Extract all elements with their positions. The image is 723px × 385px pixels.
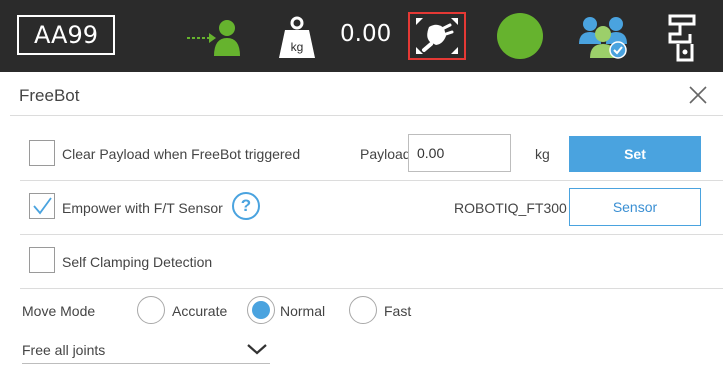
help-icon[interactable]: ? <box>232 192 260 220</box>
joints-select-value: Free all joints <box>22 342 106 358</box>
payload-label: Payload <box>360 146 411 162</box>
freebot-icon <box>416 18 458 54</box>
clear-payload-label: Clear Payload when FreeBot triggered <box>62 146 301 162</box>
checkmark-icon <box>33 197 52 215</box>
payload-input[interactable] <box>408 134 511 172</box>
close-icon[interactable] <box>685 82 711 108</box>
divider <box>20 288 723 289</box>
freebot-button[interactable] <box>408 12 466 60</box>
users-icon[interactable] <box>576 12 632 62</box>
divider <box>20 234 723 235</box>
move-to-user-icon[interactable] <box>185 16 241 58</box>
tool-icon[interactable] <box>666 10 702 64</box>
radio-accurate[interactable] <box>137 296 165 324</box>
chevron-down-icon <box>247 344 267 355</box>
dialog-title: FreeBot <box>19 86 80 105</box>
set-payload-button[interactable]: Set <box>569 136 701 172</box>
radio-fast[interactable] <box>349 296 377 324</box>
payload-readout: 0.00 <box>340 21 392 47</box>
radio-fast-label: Fast <box>384 303 412 319</box>
self-clamping-label: Self Clamping Detection <box>62 254 213 270</box>
sensor-button[interactable]: Sensor <box>569 188 701 226</box>
radio-normal[interactable] <box>247 296 275 324</box>
sensor-name-label: ROBOTIQ_FT300 <box>454 200 567 216</box>
payload-weight-icon[interactable]: kg <box>277 16 317 60</box>
weight-unit-text: kg <box>291 40 304 54</box>
self-clamping-checkbox[interactable] <box>29 247 55 273</box>
top-toolbar: AA99 kg 0.00 <box>0 0 723 72</box>
status-indicator <box>497 13 543 59</box>
ft-sensor-label: Empower with F/T Sensor <box>62 200 223 216</box>
robot-id-label[interactable]: AA99 <box>17 15 115 55</box>
move-mode-label: Move Mode <box>22 303 96 319</box>
divider <box>20 180 723 181</box>
ft-sensor-checkbox[interactable] <box>29 193 55 219</box>
payload-unit-label: kg <box>535 146 550 162</box>
dialog-header: FreeBot <box>10 74 723 116</box>
radio-accurate-label: Accurate <box>172 303 228 319</box>
clear-payload-checkbox[interactable] <box>29 140 55 166</box>
joints-select[interactable]: Free all joints <box>22 336 270 364</box>
radio-normal-label: Normal <box>280 303 326 319</box>
freebot-dialog: FreeBot Clear Payload when FreeBot trigg… <box>10 74 723 385</box>
